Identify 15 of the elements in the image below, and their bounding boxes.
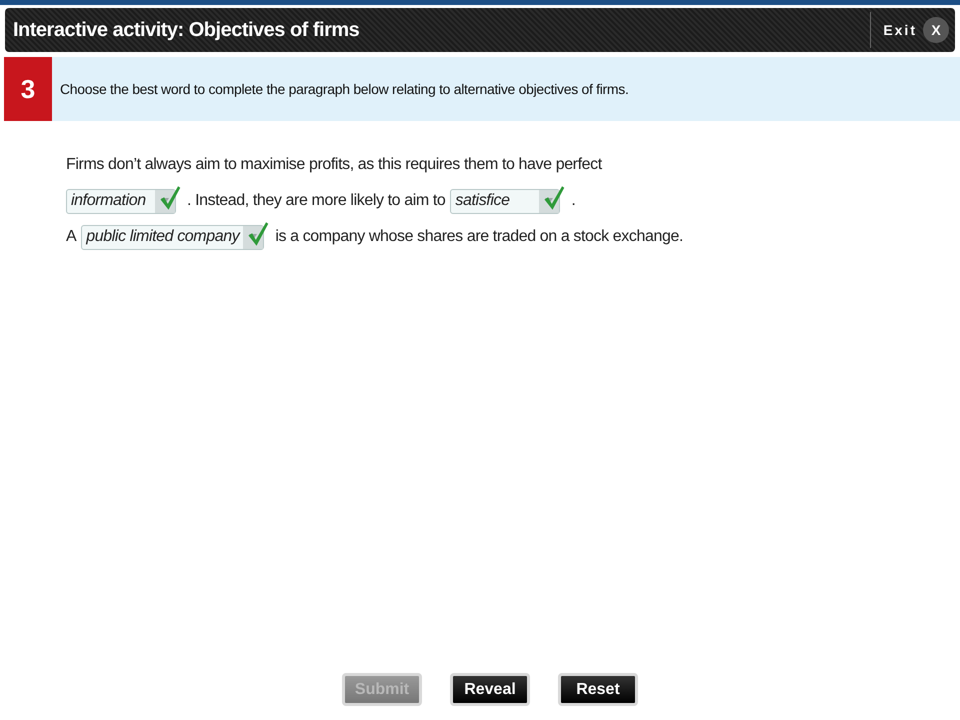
paragraph-text: is a company whose shares are traded on a stock exchange. — [275, 228, 684, 246]
answer-dropdown[interactable]: satisfice — [450, 188, 560, 214]
answer-dropdown[interactable]: public limited company — [81, 224, 264, 250]
close-button[interactable]: X — [923, 17, 949, 43]
paragraph-text: . — [571, 192, 576, 210]
action-button[interactable]: Reset — [558, 673, 638, 706]
question-number: 3 — [4, 57, 52, 121]
paragraph-text: A — [66, 228, 76, 246]
activity-title: Interactive activity: Objectives of firms — [12, 18, 360, 42]
answer-dropdown[interactable]: information — [66, 188, 176, 214]
paragraph-text: . Instead, they are more likely to aim to — [187, 192, 446, 210]
action-button[interactable]: Reveal — [450, 673, 530, 706]
instruction-text: Choose the best word to complete the paragraph below relating to alternative objectives of firms. — [59, 81, 629, 97]
exit-button[interactable]: Exit — [883, 22, 917, 38]
paragraph-text: Firms don’t always aim to maximise profits, as this requires them to have perfect — [66, 156, 602, 174]
